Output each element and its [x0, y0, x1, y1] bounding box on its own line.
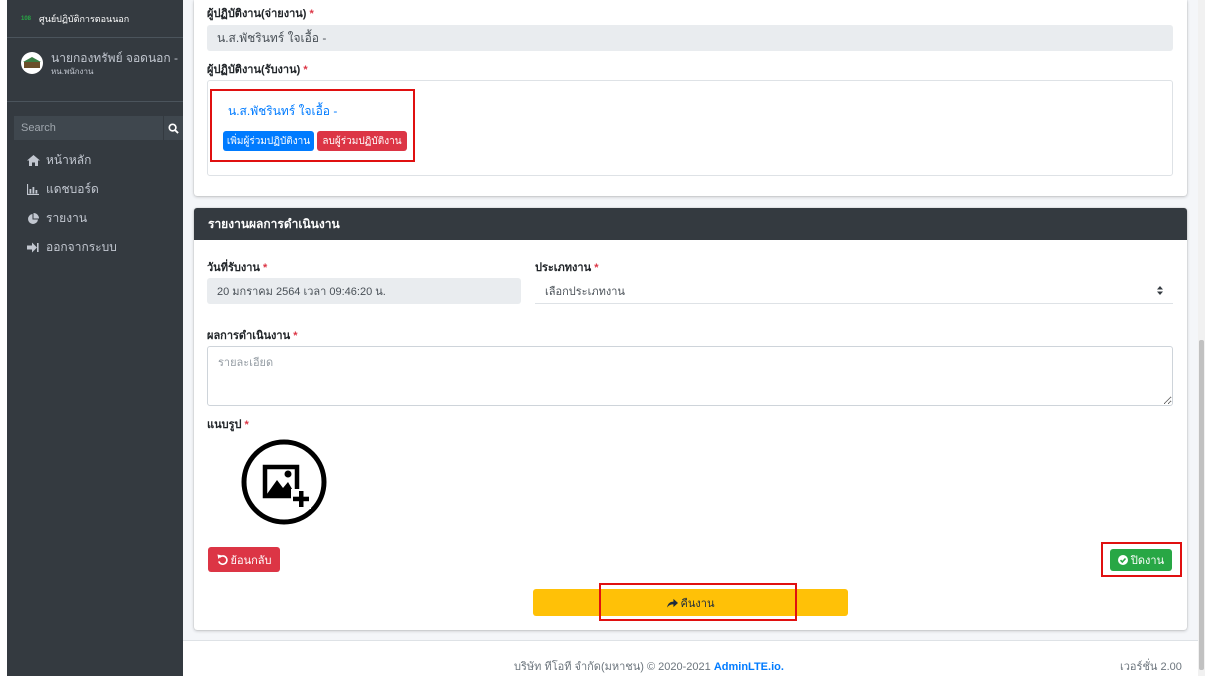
type-select[interactable]: เลือกประเภทงาน — [535, 278, 1173, 304]
search-icon — [168, 122, 179, 134]
search-input[interactable] — [14, 116, 163, 140]
highlight-coworkers — [210, 89, 415, 162]
type-selected: เลือกประเภทงาน — [545, 285, 625, 298]
giver-label: ผู้ปฏิบัติงาน(จ่ายงาน) * — [207, 8, 314, 20]
attach-label: แนบรูป * — [207, 419, 249, 431]
scrollbar-thumb[interactable] — [1199, 340, 1204, 670]
sidebar-nav: หน้าหลัก แดชบอร์ด รายงาน ออกจากระบบ — [7, 146, 183, 262]
nav-label-logout: ออกจากระบบ — [46, 240, 117, 254]
pie-chart-icon — [26, 212, 40, 225]
search-button[interactable] — [163, 116, 183, 140]
dashboard-icon — [26, 184, 40, 195]
sidebar-search — [14, 116, 183, 140]
logout-icon — [26, 242, 40, 253]
nav-item-report[interactable]: รายงาน — [7, 204, 183, 233]
page-scrollbar[interactable] — [1198, 0, 1205, 676]
main-content: ผู้ปฏิบัติงาน(จ่ายงาน) * น.ส.พัชรินทร์ ใ… — [183, 0, 1198, 640]
brand[interactable]: 108 ศูนย์ปฏิบัติการตอนนอก — [7, 0, 183, 38]
select-arrows-icon — [1157, 286, 1163, 295]
date-label: วันที่รับงาน * — [207, 262, 268, 274]
date-field[interactable]: 20 มกราคม 2564 เวลา 09:46:20 น. — [207, 278, 521, 304]
back-button-label: ย้อนกลับ — [230, 554, 272, 567]
user-panel[interactable]: นายกองทรัพย์ จอดนอก - หน.พนักงาน — [7, 38, 183, 102]
home-icon — [26, 155, 40, 166]
user-role: หน.พนักงาน — [51, 67, 94, 76]
footer: บริษัท ทีโอที จำกัด(มหาชน) © 2020-2021 A… — [183, 640, 1198, 676]
type-label: ประเภทงาน * — [535, 262, 599, 274]
result-label: ผลการดำเนินงาน * — [207, 330, 298, 342]
nav-label-report: รายงาน — [46, 211, 88, 225]
giver-field[interactable]: น.ส.พัชรินทร์ ใจเอื้อ - — [207, 25, 1173, 51]
footer-copyright: บริษัท ทีโอที จำกัด(มหาชน) © 2020-2021 A… — [514, 661, 784, 673]
nav-item-home[interactable]: หน้าหลัก — [7, 146, 183, 175]
undo-icon — [216, 554, 228, 565]
report-header: รายงานผลการดำเนินงาน — [194, 208, 1187, 240]
brand-logo: 108 — [21, 15, 32, 22]
avatar — [21, 52, 43, 74]
add-image-button[interactable] — [241, 439, 327, 525]
nav-item-dashboard[interactable]: แดชบอร์ด — [7, 175, 183, 204]
add-image-icon — [241, 439, 327, 525]
nav-label-dashboard: แดชบอร์ด — [46, 182, 99, 196]
giver-value: น.ส.พัชรินทร์ ใจเอื้อ - — [217, 30, 327, 45]
brand-text: ศูนย์ปฏิบัติการตอนนอก — [39, 13, 130, 24]
adminlte-link[interactable]: AdminLTE.io. — [714, 661, 784, 673]
sidebar: 108 ศูนย์ปฏิบัติการตอนนอก นายกองทรัพย์ จ… — [7, 0, 183, 676]
date-value: 20 มกราคม 2564 เวลา 09:46:20 น. — [217, 286, 386, 298]
nav-item-logout[interactable]: ออกจากระบบ — [7, 233, 183, 262]
highlight-return-job — [599, 583, 797, 621]
highlight-close-job — [1101, 542, 1182, 577]
footer-version: เวอร์ชั่น 2.00 — [1120, 661, 1182, 673]
report-card: รายงานผลการดำเนินงาน วันที่รับงาน * 20 ม… — [194, 208, 1187, 630]
nav-label-home: หน้าหลัก — [46, 153, 92, 167]
user-name: นายกองทรัพย์ จอดนอก - — [51, 51, 178, 65]
receiver-label: ผู้ปฏิบัติงาน(รับงาน) * — [207, 64, 308, 76]
back-button[interactable]: ย้อนกลับ — [208, 547, 280, 572]
result-textarea[interactable] — [207, 346, 1173, 406]
